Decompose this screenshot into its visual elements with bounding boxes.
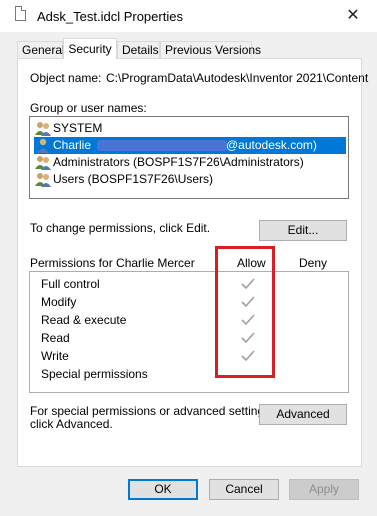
- advanced-button[interactable]: Advanced: [259, 404, 347, 425]
- permissions-for-label: Permissions for Charlie Mercer: [30, 256, 195, 270]
- special-permissions-text-line2: click Advanced.: [30, 417, 113, 431]
- user-icon: [37, 138, 49, 153]
- apply-button[interactable]: Apply: [289, 479, 359, 500]
- tab-security[interactable]: Security: [63, 38, 117, 59]
- list-item-charlie[interactable]: Charlie @autodesk.com): [34, 137, 346, 154]
- permission-row: Modify: [41, 295, 77, 309]
- permission-row: Read: [41, 331, 70, 345]
- special-permissions-text-line1: For special permissions or advanced sett…: [30, 404, 274, 418]
- group-user-list[interactable]: SYSTEM Charlie @autodesk.com) Administra…: [29, 116, 349, 199]
- list-item-system[interactable]: SYSTEM: [34, 120, 346, 137]
- permission-row: Full control: [41, 277, 100, 291]
- list-item-administrators[interactable]: Administrators (BOSPF1S7F26\Administrato…: [34, 154, 346, 171]
- permission-row: Special permissions: [41, 367, 148, 381]
- tab-general[interactable]: General: [17, 41, 65, 58]
- change-permissions-text: To change permissions, click Edit.: [30, 221, 211, 235]
- group-names-label: Group or user names:: [30, 101, 147, 115]
- edit-button[interactable]: Edit...: [259, 220, 347, 241]
- group-icon: [35, 173, 51, 187]
- permission-row: Read & execute: [41, 313, 127, 327]
- list-item-label: Users (BOSPF1S7F26\Users): [53, 172, 214, 186]
- list-item-label: SYSTEM: [53, 121, 103, 135]
- ok-button[interactable]: OK: [128, 479, 198, 500]
- tab-previous-versions[interactable]: Previous Versions: [160, 41, 261, 58]
- group-icon: [35, 122, 51, 136]
- list-item-email-suffix: @autodesk.com): [226, 138, 317, 152]
- list-item-users[interactable]: Users (BOSPF1S7F26\Users): [34, 171, 346, 188]
- deny-column-header: Deny: [299, 256, 328, 270]
- tab-details[interactable]: Details: [117, 41, 160, 58]
- object-name-label: Object name:: [30, 71, 102, 85]
- permissions-table: Full control Modify Read & execute Read …: [29, 271, 349, 393]
- cancel-button[interactable]: Cancel: [209, 479, 279, 500]
- list-item-label: Administrators (BOSPF1S7F26\Administrato…: [53, 155, 304, 169]
- annotation-highlight-box: [215, 246, 275, 378]
- redaction-mark: [97, 140, 227, 151]
- window-title: Adsk_Test.idcl Properties: [37, 9, 183, 24]
- list-item-label: Charlie: [53, 138, 92, 152]
- object-name-value: C:\ProgramData\Autodesk\Inventor 2021\Co…: [106, 71, 369, 85]
- close-button[interactable]: ✕: [338, 3, 368, 29]
- file-icon: [15, 6, 26, 21]
- group-icon: [35, 156, 51, 170]
- permission-row: Write: [41, 349, 69, 363]
